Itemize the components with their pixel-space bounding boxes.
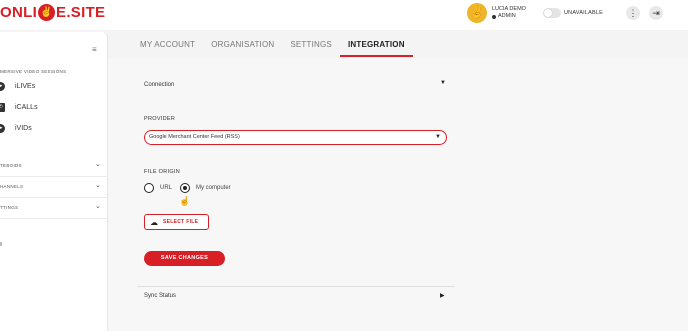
availability-label: UNAVAILABLE [564,10,603,16]
pointer-cursor-icon: ☝ [179,196,191,206]
radio-url-label: URL [160,185,173,191]
provider-label: PROVIDER [144,116,176,122]
connection-label: Connection [144,82,175,88]
select-file-label: SELECT FILE [163,219,199,225]
provider-value: Google Merchant Center Feed (RSS) [149,134,240,140]
user-role: ADMIN [498,13,516,19]
sidebar-group-label: TTINGS [0,205,19,210]
top-bar: ONLI ✌ E.SITE ✌ LUCIA DEMO ADMIN UNAVAILAB… [0,0,688,30]
sidebar-section-title: MERSIVE VIDEO SESSIONS [0,69,67,74]
sidebar-item-ivids[interactable]: ▶ iVIDs [0,118,107,138]
sidebar-item-ilives[interactable]: ▶ iLIVEs [0,76,107,96]
tab-organisation[interactable]: ORGANISATION [203,37,282,57]
provider-select[interactable]: Google Merchant Center Feed (RSS) ▼ [144,130,447,145]
tab-my-account[interactable]: MY ACCOUNT [132,37,203,57]
sidebar-item-label: iCALLs [15,103,38,111]
sidebar-edge-marker [0,242,2,246]
chevron-down-icon: ⌄ [95,203,101,210]
avatar: ✌ [467,3,487,23]
integration-panel [108,58,688,331]
radio-url[interactable] [144,183,154,193]
file-origin-label: FILE ORIGIN [144,169,180,175]
video-icon: ▶ [0,123,5,133]
user-name: LUCIA DEMO [492,6,526,12]
sidebar: ≡ MERSIVE VIDEO SESSIONS ▶ iLIVEs ✆ iCAL… [0,32,108,331]
sidebar-group-label: TEBOIDS [0,163,22,168]
play-icon: ▶ [0,81,5,91]
divider [137,286,455,287]
settings-tabs: MY ACCOUNT ORGANISATION SETTINGS INTEGRA… [132,37,413,57]
more-menu-icon[interactable]: ⋮ [626,6,640,20]
caret-down-icon: ▼ [440,80,446,86]
role-icon [492,14,496,19]
connection-section-header[interactable]: Connection ▼ [144,75,446,93]
toggle-knob [544,9,552,17]
user-info: LUCIA DEMO ADMIN [492,6,526,20]
sidebar-group-teboids[interactable]: TEBOIDS ⌄ [0,156,107,177]
logo-mark-icon: ✌ [38,4,56,21]
tab-integration[interactable]: INTEGRATION [339,37,413,57]
logout-icon[interactable]: ⇥ [649,6,663,20]
logo-text-left: ONLI [0,4,38,21]
select-file-button[interactable]: ☁ SELECT FILE [144,214,209,230]
caret-right-icon: ▶ [440,293,445,299]
user-profile[interactable]: ✌ LUCIA DEMO ADMIN [467,3,526,23]
tab-settings[interactable]: SETTINGS [282,37,340,57]
caret-down-icon: ▼ [435,134,441,140]
availability-toggle[interactable] [543,8,561,18]
collapse-sidebar-icon[interactable]: ≡ [92,45,97,54]
sidebar-group-settings[interactable]: TTINGS ⌄ [0,198,107,219]
sidebar-item-icalls[interactable]: ✆ iCALLs [0,97,107,117]
sidebar-group-channels[interactable]: HANNELS ⌄ [0,177,107,198]
radio-my-computer[interactable] [180,183,190,193]
user-role-row: ADMIN [492,13,526,20]
phone-icon: ✆ [0,102,5,112]
sidebar-item-label: iLIVEs [15,82,36,90]
save-changes-button[interactable]: SAVE CHANGES [144,251,225,266]
sync-status-label: Sync Status [144,293,177,299]
sync-status-section-header[interactable]: Sync Status ▶ [144,292,446,302]
chevron-down-icon: ⌄ [95,182,101,189]
sidebar-group-label: HANNELS [0,184,24,189]
logo-text-right: E.SITE [56,4,106,21]
radio-my-computer-label: My computer [196,185,231,191]
chevron-down-icon: ⌄ [95,161,101,168]
cloud-upload-icon: ☁ [150,217,158,227]
brand-logo[interactable]: ONLI ✌ E.SITE [0,4,105,21]
sidebar-item-label: iVIDs [15,124,32,132]
